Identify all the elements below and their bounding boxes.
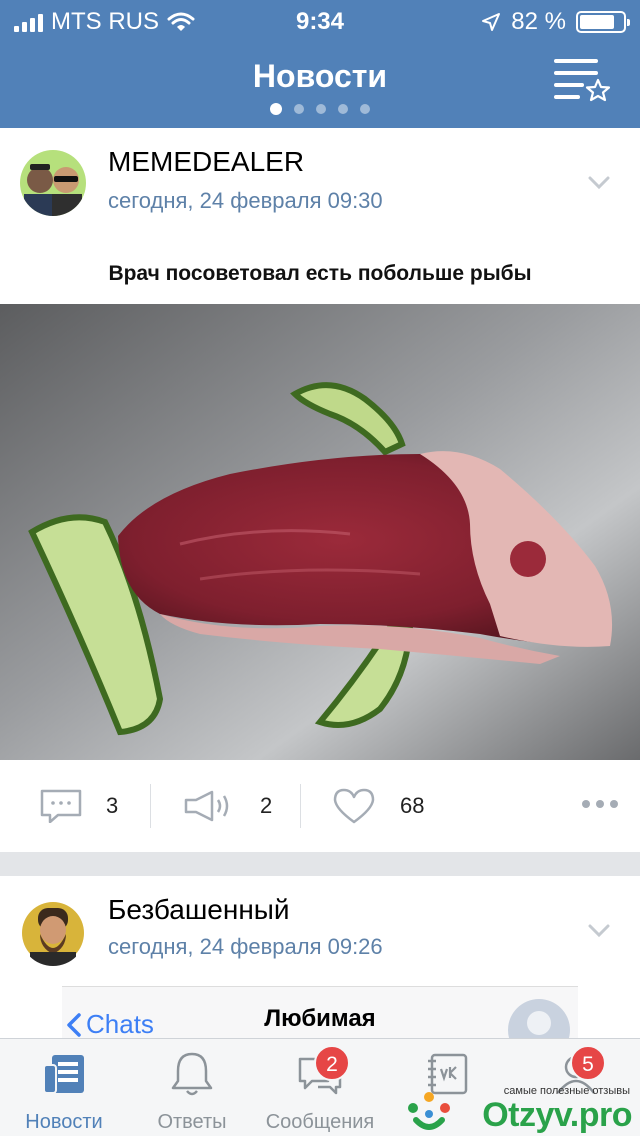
otzyv-logo-icon [408, 1092, 450, 1130]
notification-badge: 5 [570, 1045, 606, 1081]
page-dot[interactable] [316, 104, 326, 114]
newspaper-icon [43, 1055, 84, 1094]
post-actions: 3 2 68 [0, 760, 640, 852]
tab-label: Новости [25, 1111, 103, 1133]
share-button[interactable]: 2 [184, 760, 272, 852]
page-dot[interactable] [294, 104, 304, 114]
post-author[interactable]: Безбашенный [108, 894, 290, 926]
status-bar: MTS RUS 9:34 82 % [0, 0, 640, 40]
post-photo[interactable] [0, 304, 640, 760]
post-date[interactable]: сегодня, 24 февраля 09:26 [108, 934, 383, 960]
likes-count: 68 [400, 793, 425, 818]
watermark-brand: Otzyv.pro [482, 1096, 632, 1134]
vk-app-screen: MTS RUS 9:34 82 % Новости MEMEDEALER сег… [0, 0, 640, 1136]
comment-icon [40, 789, 82, 823]
post-author[interactable]: MEMEDEALER [108, 146, 304, 178]
avatar-image [20, 150, 86, 216]
chevron-down-icon[interactable] [588, 176, 610, 190]
page-title: Новости [252, 58, 388, 94]
page-dot[interactable] [360, 104, 370, 114]
page-dot[interactable] [338, 104, 348, 114]
post-card: MEMEDEALER сегодня, 24 февраля 09:30 Вра… [0, 128, 640, 852]
divider [300, 784, 301, 828]
divider [150, 784, 151, 828]
unread-badge: 2 [314, 1045, 350, 1081]
page-indicator [0, 103, 640, 115]
bell-icon [171, 1052, 213, 1096]
battery-icon [576, 11, 630, 33]
reposts-count: 2 [260, 793, 273, 818]
tab-messages[interactable]: 2 Сообщения [256, 1039, 384, 1136]
comments-count: 3 [106, 793, 119, 818]
chevron-down-icon[interactable] [588, 924, 610, 938]
tab-label: Сообщения [265, 1111, 375, 1133]
tab-label: Ответы [157, 1111, 227, 1133]
watermark: самые полезные отзывы Otzyv.pro [404, 1084, 636, 1136]
author-avatar[interactable] [20, 900, 86, 966]
more-options-icon[interactable] [582, 800, 618, 808]
megaphone-icon [184, 790, 229, 822]
heart-icon [333, 788, 375, 824]
like-button[interactable]: 68 [332, 760, 424, 852]
post-date[interactable]: сегодня, 24 февраля 09:30 [108, 188, 383, 214]
location-arrow-icon [482, 13, 501, 31]
avatar-image [20, 900, 86, 966]
battery-percent: 82 % [511, 8, 566, 35]
comments-button[interactable]: 3 [40, 760, 118, 852]
author-avatar[interactable] [20, 150, 86, 216]
bookmarks-menu-icon[interactable] [552, 56, 612, 106]
contact-name: Любимая [264, 1005, 376, 1032]
tab-news[interactable]: Новости [0, 1039, 128, 1136]
meme-caption: Врач посоветовал есть побольше рыбы [108, 262, 532, 285]
top-bar: MTS RUS 9:34 82 % Новости [0, 0, 640, 128]
tab-answers[interactable]: Ответы [128, 1039, 256, 1136]
page-dot[interactable] [270, 103, 282, 115]
